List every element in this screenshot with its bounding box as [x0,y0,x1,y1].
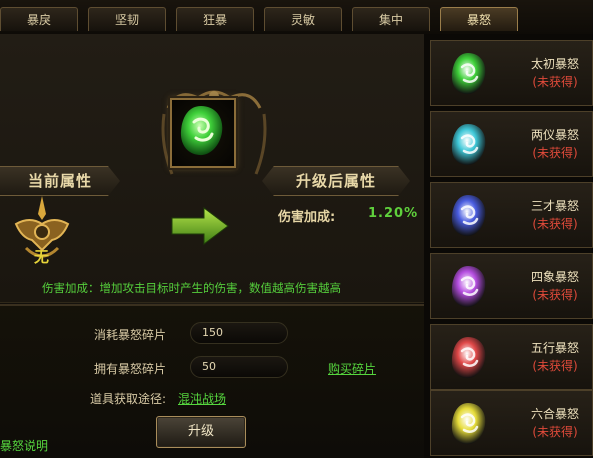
rage-name: 六合暴怒 [530,407,579,421]
rage-gem-icon [451,195,486,237]
source-label: 道具获取途径: [89,392,166,406]
rank-emblem: 无 [12,194,72,272]
rage-gem-icon [180,106,223,156]
owned-fragments-label: 拥有暴怒碎片 [93,362,166,376]
rage-status: (未获得) [532,425,578,439]
consume-fragments-value: 150 [190,322,288,344]
attribute-description: 伤害加成：增加攻击目标时产生的伤害，数值越高伤害越高 [42,281,341,295]
rage-gem-icon [451,124,486,166]
owned-fragments-value: 50 [190,356,288,378]
rage-name: 五行暴怒 [530,341,579,355]
rage-gem-icon [451,53,486,95]
rage-status: (未获得) [532,288,578,302]
rage-name: 四象暴怒 [530,270,579,284]
list-item[interactable]: 两仪暴怒 (未获得) [430,111,593,177]
rage-gem-icon [451,337,486,379]
main-panel: 当前属性 升级后属性 无 伤害加成: 1.20% 伤害加成：增加攻击目标时产生的… [0,34,424,458]
rage-gem-icon [451,403,486,445]
damage-bonus-value: 1.20% [368,206,419,221]
rage-status: (未获得) [532,75,578,89]
rage-name: 两仪暴怒 [530,128,579,142]
list-item[interactable]: 六合暴怒 (未获得) [430,390,593,456]
rage-list: 太初暴怒 (未获得) 两仪暴怒 (未获得) 三才暴怒 (未获得) 四象暴怒 (未获得) 五行暴怒… [424,34,593,458]
rage-status: (未获得) [532,217,578,231]
rage-name: 太初暴怒 [530,57,579,71]
arrow-right-icon [171,207,229,245]
tab-kuangbao[interactable]: 狂暴 [176,7,254,31]
emblem-level-text: 无 [34,248,50,266]
damage-bonus-label: 伤害加成: [278,210,336,225]
tab-jizhong[interactable]: 集中 [352,7,430,31]
rage-gem-icon [451,266,486,308]
tab-bar: 暴戾 坚韧 狂暴 灵敏 集中 暴怒 [0,0,593,34]
current-attribute-banner: 当前属性 [0,166,120,196]
list-item[interactable]: 三才暴怒 (未获得) [430,182,593,248]
consume-fragments-label: 消耗暴怒碎片 [93,328,166,342]
item-slot[interactable] [170,98,236,168]
chaos-battlefield-link[interactable]: 混沌战场 [178,390,226,407]
tab-baoli[interactable]: 暴戾 [0,7,78,31]
list-item[interactable]: 四象暴怒 (未获得) [430,253,593,319]
rage-status: (未获得) [532,146,578,160]
tab-baonu[interactable]: 暴怒 [440,7,518,31]
rage-name: 三才暴怒 [530,199,579,213]
buy-fragments-link[interactable]: 购买碎片 [328,360,376,377]
tab-jianren[interactable]: 坚韧 [88,7,166,31]
upgrade-button[interactable]: 升级 [156,416,246,448]
rage-help-link[interactable]: 暴怒说明 [0,437,48,454]
upgraded-attribute-banner: 升级后属性 [262,166,410,196]
list-item[interactable]: 五行暴怒 (未获得) [430,324,593,390]
list-item[interactable]: 太初暴怒 (未获得) [430,40,593,106]
tab-lingmin[interactable]: 灵敏 [264,7,342,31]
rage-status: (未获得) [532,359,578,373]
